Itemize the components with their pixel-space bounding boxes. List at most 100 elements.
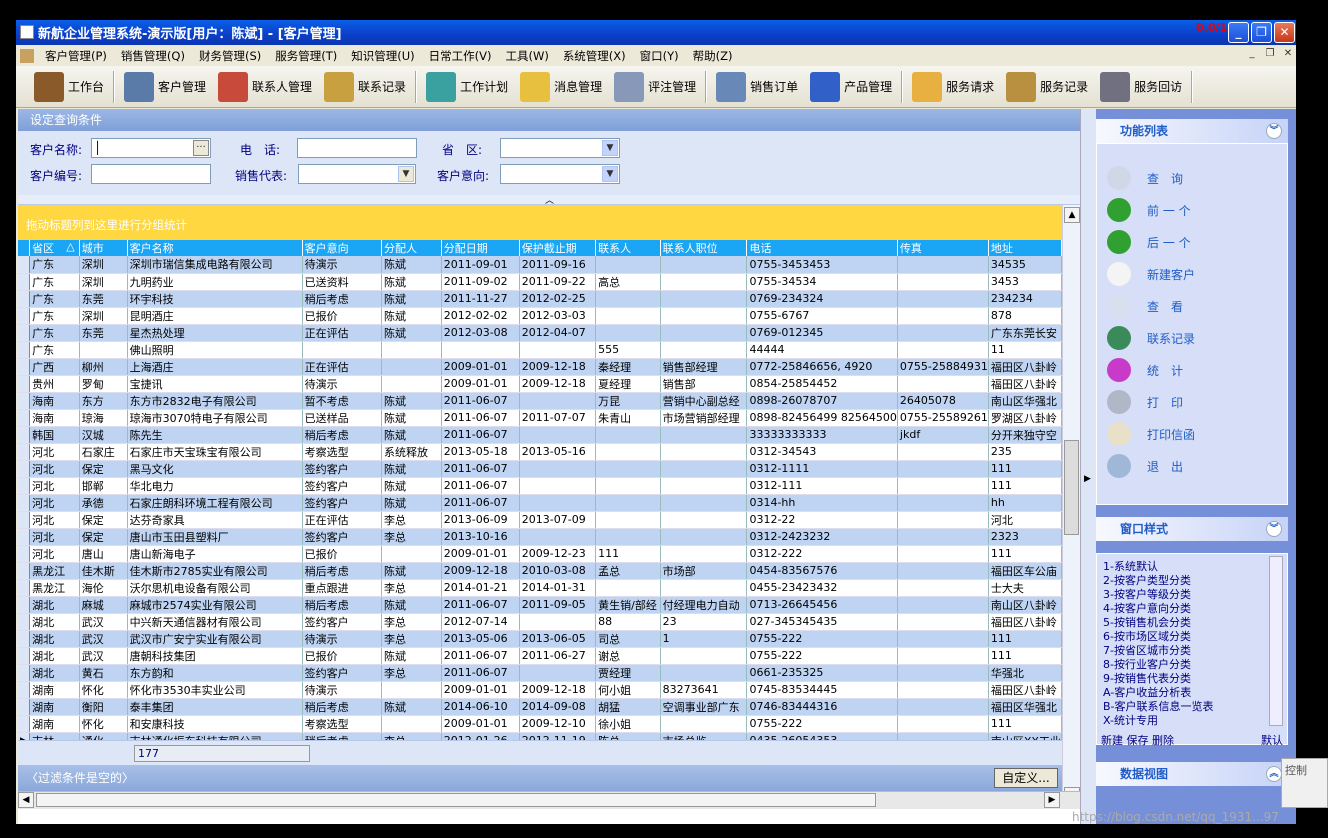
table-row[interactable]: 广东 深圳 九明药业 已送资料 陈斌 2011-09-02 2011-09-22 高总 0755… xyxy=(18,273,1062,291)
table-cell[interactable] xyxy=(897,664,989,682)
table-cell[interactable]: 稍后考虑 xyxy=(302,426,382,444)
table-cell[interactable]: 上海酒庄 xyxy=(127,358,303,376)
table-cell[interactable]: 已报价 xyxy=(302,647,382,665)
row-indicator[interactable] xyxy=(18,256,31,274)
table-cell[interactable]: 黑马文化 xyxy=(127,460,303,478)
table-cell[interactable]: 陈斌 xyxy=(381,426,442,444)
table-cell[interactable]: 0312-22 xyxy=(746,511,898,529)
table-row[interactable]: 广西 柳州 上海酒庄 正在评估 2009-01-01 2009-12-18 秦经理 销售部经理… xyxy=(18,358,1062,376)
table-cell[interactable]: 0898-26078707 xyxy=(746,392,898,410)
table-cell[interactable] xyxy=(897,681,989,699)
table-cell[interactable]: 考察选型 xyxy=(302,715,382,733)
toolbar-button[interactable]: 联系人管理 xyxy=(212,68,318,106)
table-cell[interactable]: 黑龙江 xyxy=(29,579,80,597)
table-cell[interactable] xyxy=(897,256,989,274)
table-cell[interactable]: 武汉 xyxy=(79,647,128,665)
table-cell[interactable] xyxy=(660,511,748,529)
toolbar-button[interactable]: 工作台 xyxy=(28,68,110,106)
table-cell[interactable]: 武汉市广安宁实业有限公司 xyxy=(127,630,303,648)
row-indicator[interactable] xyxy=(18,596,31,614)
table-cell[interactable]: 佛山照明 xyxy=(127,341,303,359)
row-indicator[interactable] xyxy=(18,341,31,359)
table-cell[interactable]: 怀化市3530丰实业公司 xyxy=(127,681,303,699)
table-cell[interactable]: 承德 xyxy=(79,494,128,512)
table-cell[interactable]: 2009-01-01 xyxy=(441,715,520,733)
table-cell[interactable]: 陈斌 xyxy=(381,409,442,427)
table-cell[interactable]: 唐朝科技集团 xyxy=(127,647,303,665)
table-cell[interactable]: 秦经理 xyxy=(595,358,661,376)
table-cell[interactable]: 111 xyxy=(988,460,1062,478)
row-indicator[interactable] xyxy=(18,562,31,580)
table-cell[interactable]: 2012-04-07 xyxy=(519,324,597,342)
table-cell[interactable] xyxy=(595,426,661,444)
panel-splitter[interactable]: ︿ xyxy=(18,195,1080,206)
table-cell[interactable]: 2013-07-09 xyxy=(519,511,597,529)
table-cell[interactable]: 33333333333 xyxy=(746,426,898,444)
mdi-close-icon[interactable]: ✕ xyxy=(1280,48,1296,63)
province-select[interactable]: ▼ xyxy=(500,138,620,158)
toolbar-button[interactable]: 产品管理 xyxy=(804,68,898,106)
table-cell[interactable]: 0755-25589261 xyxy=(897,409,989,427)
table-cell[interactable] xyxy=(381,358,442,376)
column-header[interactable]: 地址 xyxy=(988,240,1062,256)
table-cell[interactable]: 孟总 xyxy=(595,562,661,580)
save-view-link[interactable]: 保存 xyxy=(1127,734,1149,747)
table-cell[interactable]: 环宇科技 xyxy=(127,290,303,308)
menu-item[interactable]: 知识管理(U) xyxy=(344,48,421,64)
table-cell[interactable] xyxy=(381,545,442,563)
table-cell[interactable]: 签约客户 xyxy=(302,528,382,546)
table-cell[interactable]: 贾经理 xyxy=(595,664,661,682)
table-cell[interactable]: 0755-34534 xyxy=(746,273,898,291)
table-cell[interactable]: 市场部 xyxy=(660,562,748,580)
table-cell[interactable]: hh xyxy=(988,494,1062,512)
table-cell[interactable] xyxy=(519,426,597,444)
row-indicator[interactable] xyxy=(18,715,31,733)
table-cell[interactable] xyxy=(381,715,442,733)
table-cell[interactable]: 达芬奇家具 xyxy=(127,511,303,529)
table-cell[interactable]: 广西 xyxy=(29,358,80,376)
table-cell[interactable]: 11 xyxy=(988,341,1062,359)
table-cell[interactable]: 九明药业 xyxy=(127,273,303,291)
row-indicator[interactable] xyxy=(18,511,31,529)
table-cell[interactable]: 2011-06-07 xyxy=(441,477,520,495)
menu-item[interactable]: 窗口(Y) xyxy=(633,48,686,64)
table-cell[interactable]: 士大夫 xyxy=(988,579,1062,597)
table-cell[interactable]: 广东东莞长安 xyxy=(988,324,1062,342)
table-row[interactable]: 河北 石家庄 石家庄市天宝珠宝有限公司 考察选型 系统释放 2013-05-18 2013-… xyxy=(18,443,1062,461)
group-by-band[interactable]: 拖动标题列到这里进行分组统计 xyxy=(18,205,1062,240)
table-cell[interactable]: 华强北 xyxy=(988,664,1062,682)
row-indicator[interactable]: ▶ xyxy=(18,732,31,740)
table-row[interactable]: 河北 保定 达芬奇家具 正在评估 李总 2013-06-09 2013-07-09 0312-… xyxy=(18,511,1062,529)
table-cell[interactable] xyxy=(897,630,989,648)
row-indicator[interactable] xyxy=(18,647,31,665)
table-cell[interactable]: 李总 xyxy=(381,613,442,631)
table-cell[interactable] xyxy=(660,477,748,495)
table-cell[interactable]: 深圳市瑞信集成电路有限公司 xyxy=(127,256,303,274)
table-cell[interactable] xyxy=(897,273,989,291)
table-cell[interactable]: 福田区华强北 xyxy=(988,698,1062,716)
table-cell[interactable]: 暂不考虑 xyxy=(302,392,382,410)
table-cell[interactable]: 2009-12-23 xyxy=(519,545,597,563)
table-cell[interactable] xyxy=(897,341,989,359)
table-cell[interactable] xyxy=(660,426,748,444)
table-cell[interactable]: 销售部 xyxy=(660,375,748,393)
table-cell[interactable] xyxy=(660,715,748,733)
table-cell[interactable] xyxy=(519,528,597,546)
row-indicator[interactable] xyxy=(18,290,31,308)
table-cell[interactable]: 麻城市2574实业有限公司 xyxy=(127,596,303,614)
table-cell[interactable]: 琼海 xyxy=(79,409,128,427)
table-cell[interactable] xyxy=(660,528,748,546)
table-cell[interactable]: 2009-01-01 xyxy=(441,545,520,563)
func-item[interactable]: 统 计 xyxy=(1107,358,1183,382)
table-cell[interactable] xyxy=(897,698,989,716)
table-cell[interactable]: 0312-1111 xyxy=(746,460,898,478)
toolbar-button[interactable]: 服务记录 xyxy=(1000,68,1094,106)
column-header[interactable]: 联系人职位 xyxy=(660,240,748,256)
table-cell[interactable]: 3453 xyxy=(988,273,1062,291)
table-cell[interactable]: 0312-222 xyxy=(746,545,898,563)
table-cell[interactable]: 2011-06-07 xyxy=(441,460,520,478)
table-cell[interactable]: 陈斌 xyxy=(381,392,442,410)
table-cell[interactable] xyxy=(595,324,661,342)
table-cell[interactable]: 星杰热处理 xyxy=(127,324,303,342)
customer-no-input[interactable] xyxy=(91,164,211,184)
